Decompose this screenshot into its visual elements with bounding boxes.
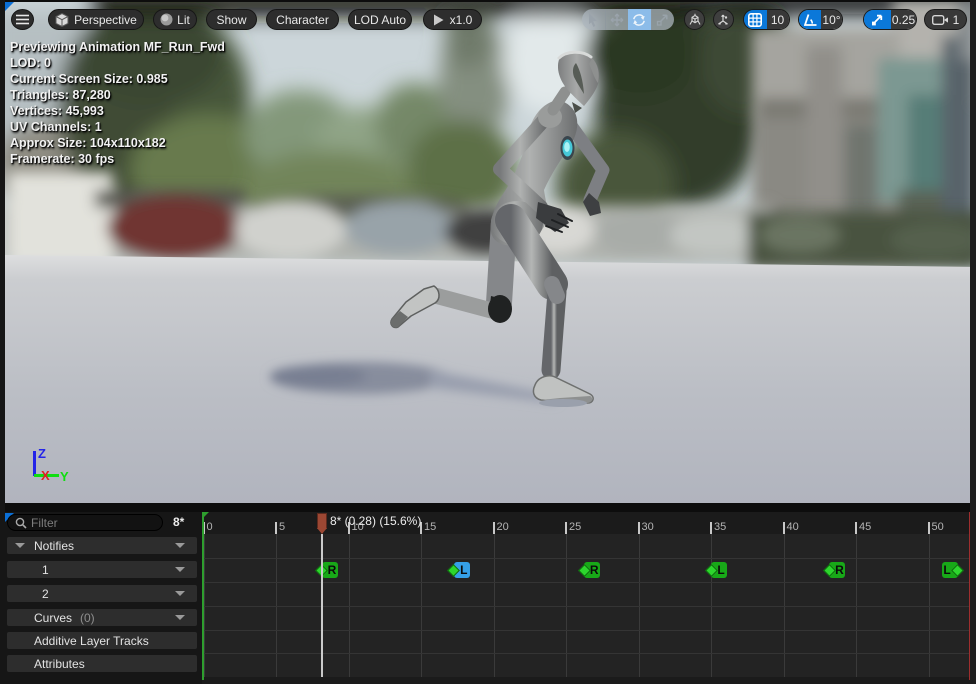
svg-text:Y: Y [60,469,69,484]
svg-text:X: X [41,468,50,483]
svg-text:Z: Z [38,446,46,461]
